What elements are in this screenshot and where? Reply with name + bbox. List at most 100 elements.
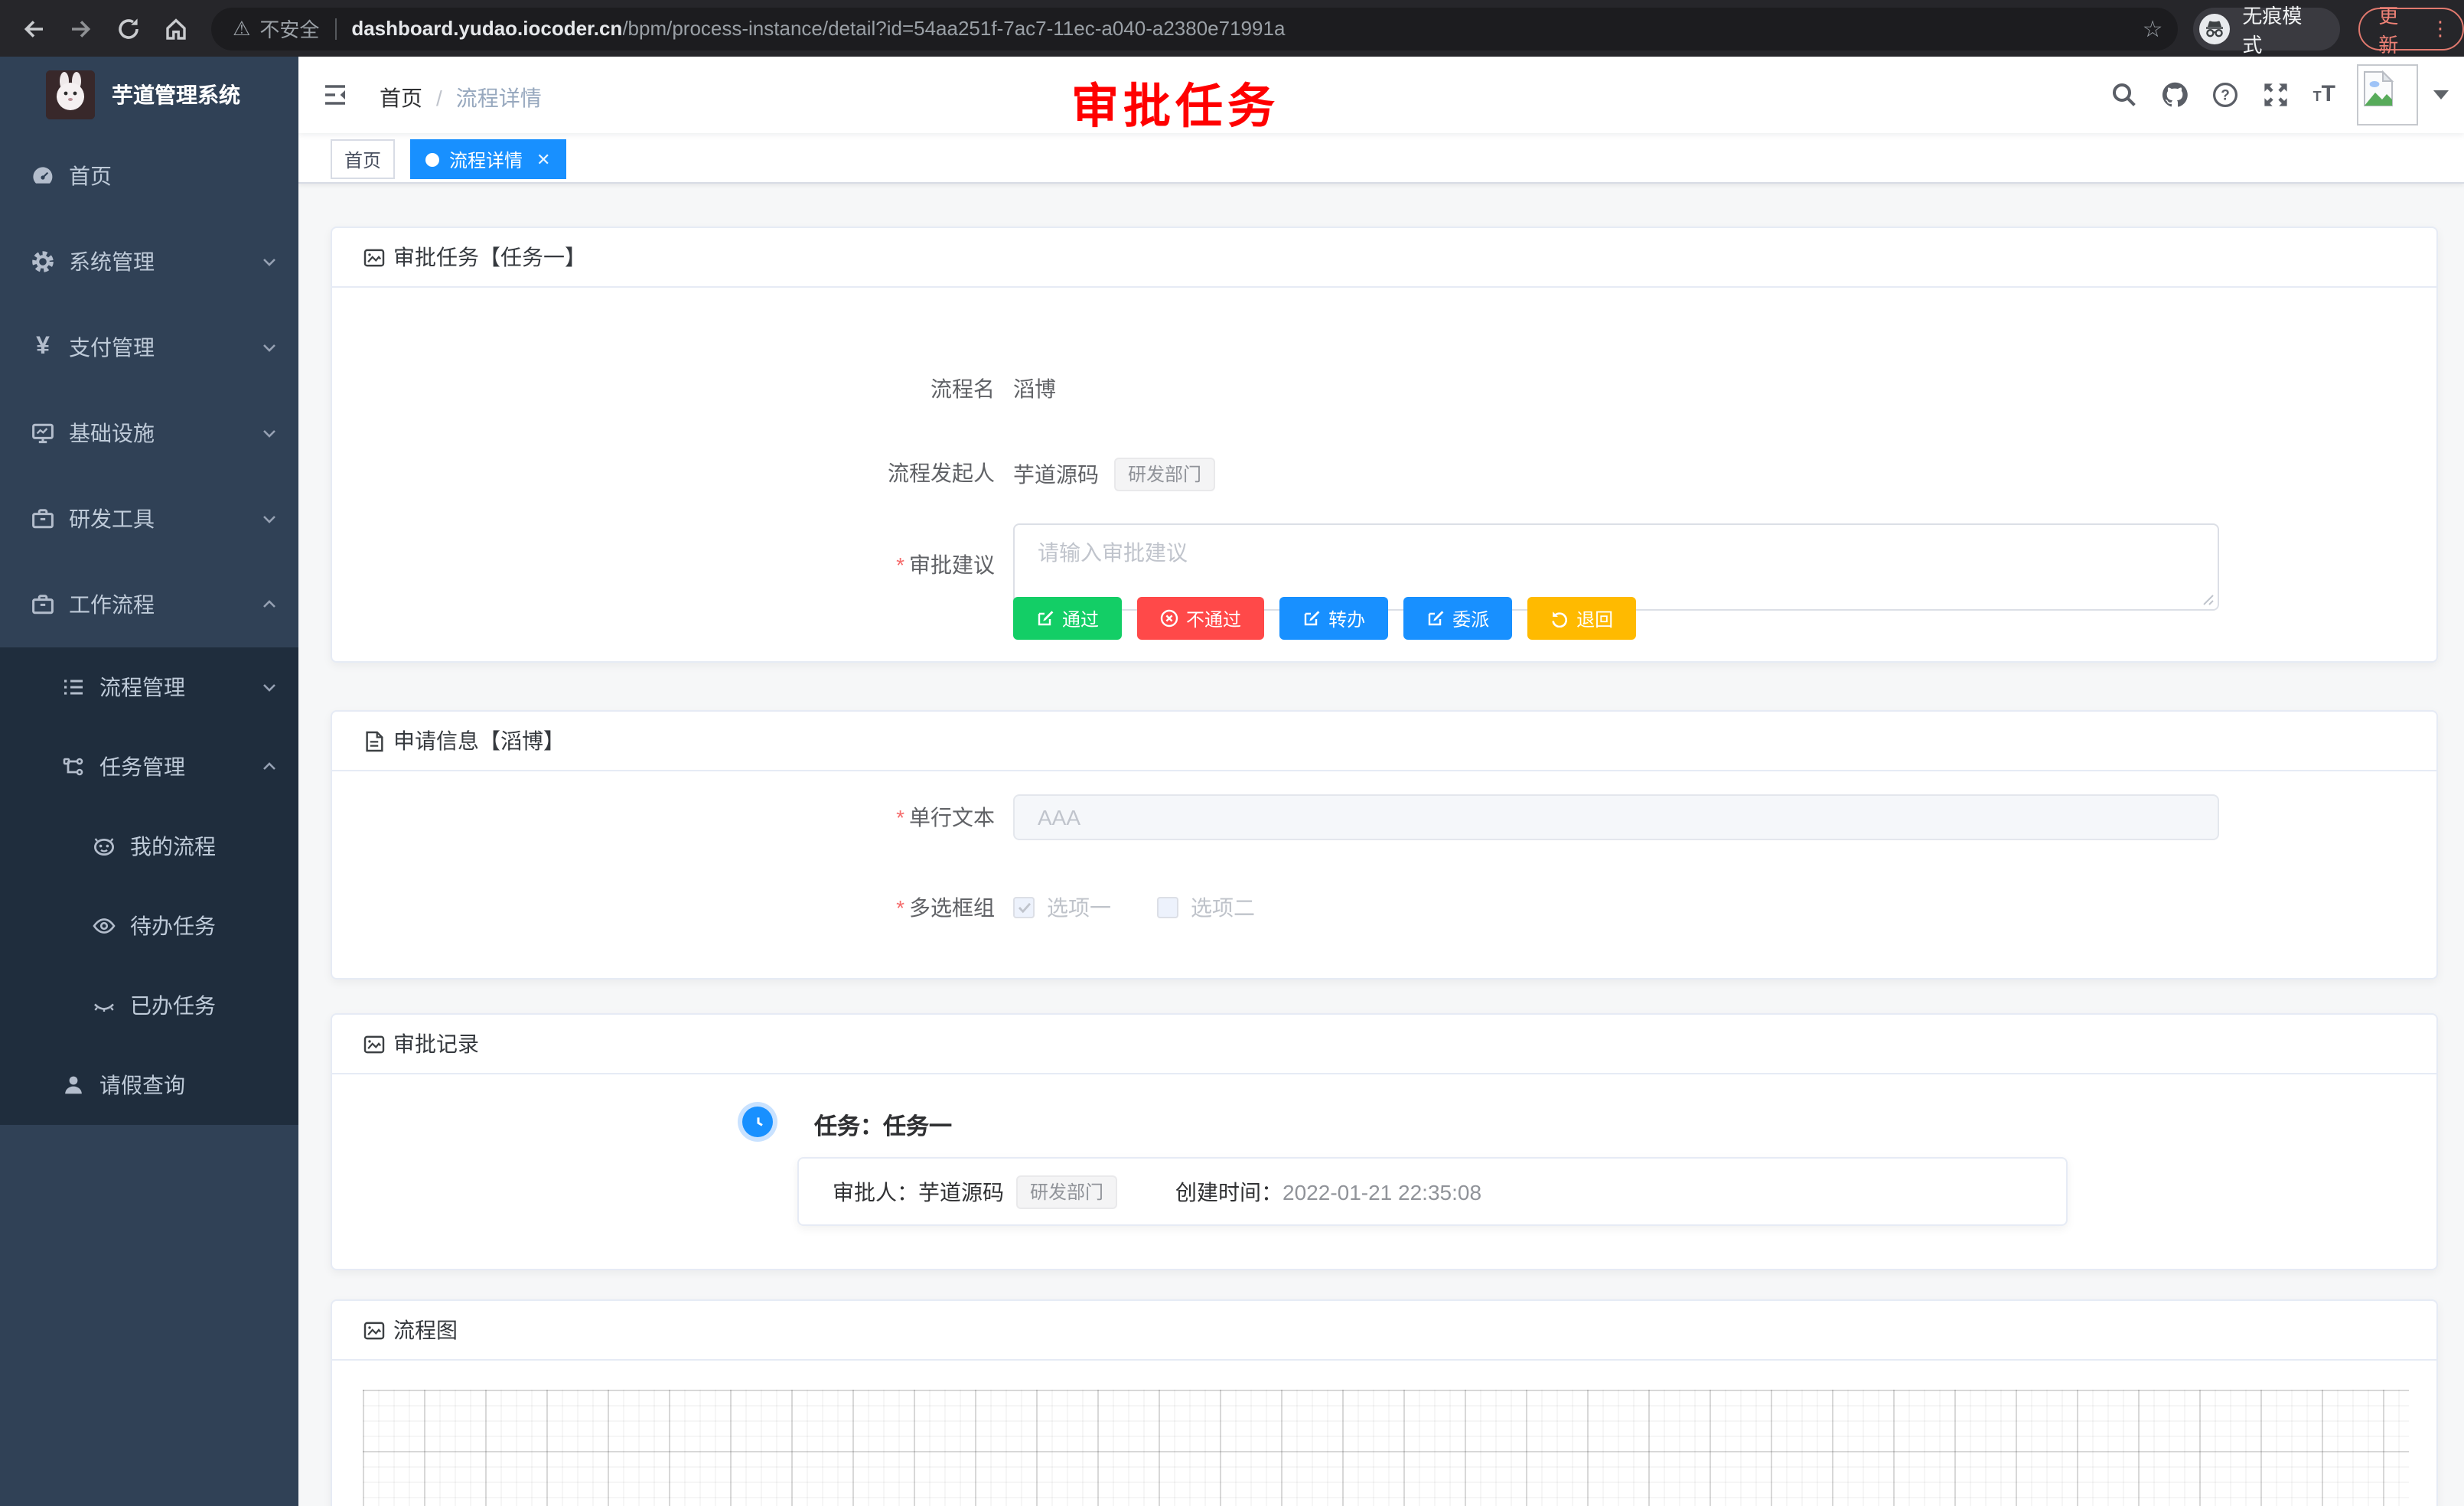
update-button[interactable]: 更新 ⋮	[2358, 7, 2464, 50]
hamburger-icon[interactable]	[321, 81, 349, 109]
sidebar-item-task-mgmt[interactable]: 任务管理	[0, 727, 298, 807]
chevron-down-icon	[260, 338, 279, 357]
process-name-value: 滔博	[1013, 373, 1056, 404]
approver-label: 审批人：	[833, 1176, 918, 1207]
suggestion-label: *审批建议	[332, 491, 1013, 580]
url-host[interactable]: dashboard.yudao.iocoder.cn	[351, 17, 622, 40]
initiator-name: 芋道源码	[1013, 459, 1099, 490]
navbar: 首页 / 流程详情 审批任务 ? TT	[298, 57, 2464, 133]
tab-home[interactable]: 首页	[331, 139, 395, 179]
delegate-button[interactable]: 委派	[1403, 597, 1512, 640]
application-info-card: 申请信息【滔博】 *单行文本 *多选框组 选项一 选项二	[331, 710, 2438, 980]
bpmn-diagram-canvas[interactable]	[363, 1390, 2409, 1506]
toolbox-icon	[31, 507, 55, 531]
single-line-text-input[interactable]	[1013, 794, 2219, 840]
checkbox-label: 选项二	[1191, 892, 1255, 923]
breadcrumb: 首页 / 流程详情	[380, 83, 542, 113]
sidebar-item-workflow[interactable]: 工作流程	[0, 562, 298, 647]
sidebar-item-devtools[interactable]: 研发工具	[0, 476, 298, 562]
main-content: 审批任务【任务一】 流程名 滔博 流程发起人 芋道源码 研发部门 *审批建议 请…	[298, 184, 2464, 1506]
checkbox-unchecked-icon	[1157, 897, 1178, 918]
breadcrumb-home[interactable]: 首页	[380, 83, 422, 113]
text-field-row: *单行文本	[332, 794, 2406, 840]
page: ⚠ 不安全 dashboard.yudao.iocoder.cn /bpm/pr…	[0, 0, 2464, 1506]
button-label: 委派	[1452, 605, 1489, 631]
initiator-value: 芋道源码 研发部门	[1013, 458, 1215, 491]
tags-view: 首页 流程详情 ✕	[298, 133, 2464, 184]
chevron-down-icon	[260, 678, 279, 696]
tab-process-detail[interactable]: 流程详情 ✕	[411, 139, 565, 179]
caret-down-icon[interactable]	[2433, 90, 2449, 99]
url-bar[interactable]: ⚠ 不安全 dashboard.yudao.iocoder.cn /bpm/pr…	[211, 7, 2179, 50]
checkbox-group-row: *多选框组 选项一 选项二	[332, 892, 2406, 923]
tree-list-icon	[61, 675, 86, 699]
required-asterisk: *	[896, 553, 904, 577]
close-icon[interactable]: ✕	[536, 149, 550, 169]
back-icon[interactable]	[20, 15, 47, 42]
help-icon[interactable]: ?	[2212, 81, 2240, 109]
refresh-left-icon	[1550, 609, 1569, 628]
picture-icon	[363, 1032, 386, 1055]
timeline-clock-icon	[742, 1107, 773, 1137]
return-button[interactable]: 退回	[1527, 597, 1636, 640]
sidebar-item-system[interactable]: 系统管理	[0, 219, 298, 305]
search-icon[interactable]	[2111, 81, 2139, 109]
sidebar-item-todo-tasks[interactable]: 待办任务	[0, 886, 298, 966]
url-path[interactable]: /bpm/process-instance/detail?id=54aa251f…	[622, 17, 1285, 40]
resize-handle-icon[interactable]	[2202, 594, 2215, 606]
navbar-actions: ? TT	[2088, 57, 2449, 133]
sidebar-item-home[interactable]: 首页	[0, 133, 298, 219]
sidebar-item-label: 工作流程	[69, 589, 155, 620]
sidebar-item-my-process[interactable]: 我的流程	[0, 807, 298, 886]
chevron-up-icon	[260, 595, 279, 614]
sidebar-item-label: 任务管理	[99, 751, 185, 782]
bookmark-star-icon[interactable]: ☆	[2143, 15, 2163, 42]
avatar[interactable]	[2357, 64, 2418, 126]
tab-label: 首页	[344, 146, 381, 172]
process-name-row: 流程名 滔博	[332, 373, 2406, 404]
sidebar-item-process-mgmt[interactable]: 流程管理	[0, 647, 298, 727]
text-field-label: *单行文本	[332, 802, 1013, 833]
edit-icon	[1426, 609, 1445, 628]
reload-icon[interactable]	[115, 15, 142, 42]
chevron-up-icon	[260, 758, 279, 776]
user-icon	[61, 1073, 86, 1097]
checkbox-group-label: *多选框组	[332, 892, 1013, 923]
browser-menu-icon[interactable]: ⋮	[2430, 16, 2450, 41]
approval-record-card: 审批记录 任务：任务一 审批人： 芋道源码 研发部门 创建时间： 2022-01…	[331, 1013, 2438, 1270]
logo-image	[46, 70, 95, 119]
transfer-button[interactable]: 转办	[1279, 597, 1388, 640]
checkbox-option-2[interactable]: 选项二	[1157, 892, 1255, 923]
gear-icon	[31, 249, 55, 274]
process-name-label: 流程名	[332, 373, 1013, 404]
checkbox-checked-icon	[1013, 897, 1035, 918]
fullscreen-icon[interactable]	[2263, 81, 2290, 109]
sidebar-logo[interactable]: 芋道管理系统	[0, 57, 298, 133]
edit-icon	[1302, 609, 1321, 628]
sidebar-item-infrastructure[interactable]: 基础设施	[0, 390, 298, 476]
broken-image-icon	[2363, 70, 2394, 107]
update-label: 更新	[2378, 0, 2418, 57]
sidebar-item-payment[interactable]: ¥ 支付管理	[0, 305, 298, 390]
button-label: 退回	[1576, 605, 1613, 631]
picture-icon	[363, 246, 386, 269]
reject-button[interactable]: 不通过	[1137, 597, 1264, 640]
created-label: 创建时间：	[1175, 1176, 1283, 1207]
sidebar-item-label: 支付管理	[69, 332, 155, 363]
edit-icon	[1036, 609, 1054, 628]
button-label: 不通过	[1186, 605, 1241, 631]
document-icon	[363, 729, 386, 752]
initiator-row: 流程发起人 芋道源码 研发部门	[332, 458, 2406, 491]
card-title: 审批记录	[393, 1028, 479, 1059]
forward-icon[interactable]	[67, 15, 95, 42]
home-icon[interactable]	[162, 15, 190, 42]
approve-button[interactable]: 通过	[1013, 597, 1122, 640]
github-icon[interactable]	[2162, 81, 2189, 109]
security-label[interactable]: 不安全	[259, 14, 319, 43]
sidebar-item-leave-query[interactable]: 请假查询	[0, 1045, 298, 1125]
active-dot	[426, 152, 440, 166]
sidebar-item-done-tasks[interactable]: 已办任务	[0, 966, 298, 1045]
chevron-down-icon	[260, 510, 279, 528]
font-size-icon[interactable]: TT	[2313, 82, 2335, 108]
checkbox-option-1[interactable]: 选项一	[1013, 892, 1111, 923]
